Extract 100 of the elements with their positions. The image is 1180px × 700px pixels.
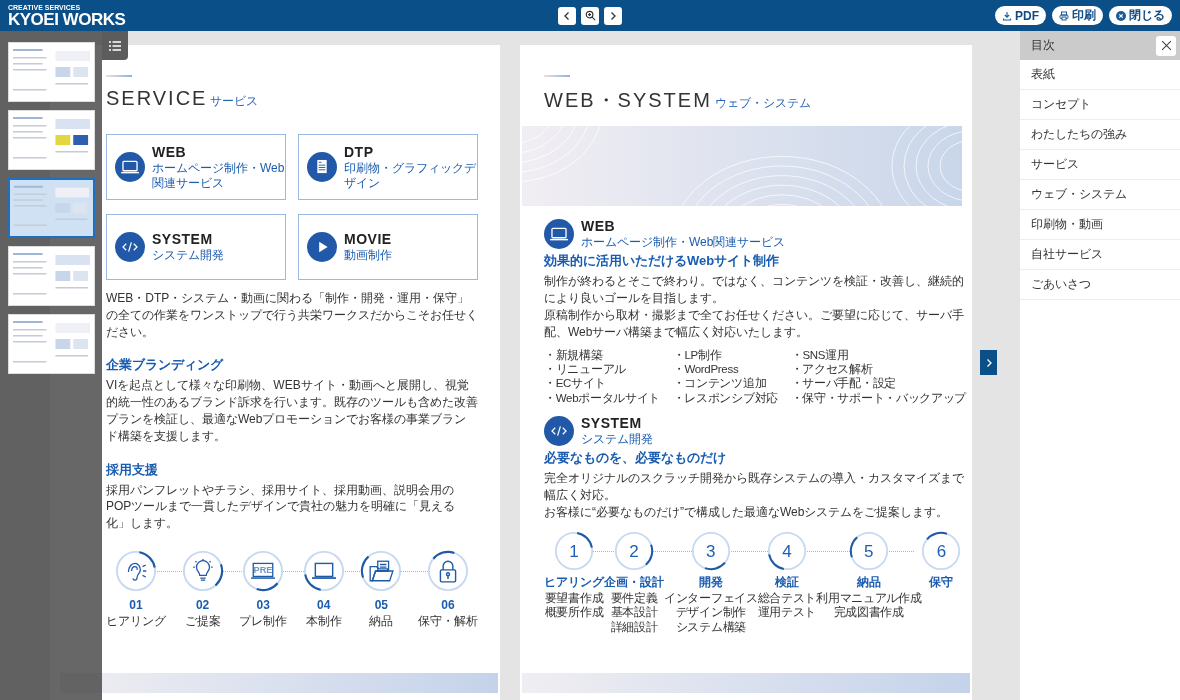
progress-ring [242, 549, 285, 592]
step-number: 02 [195, 597, 210, 612]
toc-item[interactable]: コンセプト [1020, 90, 1180, 120]
card-title: DTP [344, 144, 375, 161]
print-button[interactable]: 印刷 [1052, 6, 1103, 25]
feature-item: ・コンテンツ追加 [672, 376, 768, 391]
feature-item: ・レスポンシブ対応 [672, 390, 777, 406]
previous-page-button[interactable] [558, 6, 576, 25]
feature-item: ・リニューアル [544, 361, 627, 377]
step-detail: 完成図書作成 [833, 605, 904, 620]
step-detail: 概要所作成 [544, 605, 604, 620]
step-detail: 要件定義 [610, 590, 658, 606]
step-title: ヒアリング [544, 573, 604, 591]
progress-ring [302, 549, 345, 592]
progress-ring [554, 530, 594, 571]
section-title: WEB [581, 218, 617, 234]
toc-item[interactable]: 表紙 [1020, 60, 1180, 90]
toc-item[interactable]: ごあいさつ [1020, 270, 1180, 300]
step-label: 納品 [369, 612, 394, 630]
play-icon [307, 232, 337, 262]
close-icon [1160, 40, 1172, 51]
page-title: WEB・SYSTEM [544, 88, 712, 113]
card-title: SYSTEM [152, 231, 214, 248]
printer-icon [1059, 10, 1069, 21]
step-title: 保守 [929, 573, 954, 591]
card-caption: 動画制作 [344, 248, 392, 263]
step-number: 2 [629, 542, 639, 560]
intro-paragraph: WEB・DTP・システム・動画に関わる「制作・開発・運用・保守」の全ての作業をワンストップで行う共栄ワークスだからこそお任せください。 [106, 290, 478, 341]
code-icon [544, 415, 574, 446]
toc-item[interactable]: サービス [1020, 150, 1180, 180]
progress-ring [360, 549, 403, 592]
toc-item[interactable]: わたしたちの強み [1020, 120, 1180, 150]
step-number: 04 [317, 597, 331, 612]
step-detail: 詳細設計 [610, 619, 658, 635]
paragraph-line: お客様に“必要なものだけ”で構成した最適なWebシステムをご提案します。 [544, 504, 950, 521]
code-icon [115, 232, 145, 262]
thumbnail-toggle-button[interactable] [102, 31, 128, 60]
feature-item: ・新規構築 [544, 347, 604, 362]
section-caption: ホームページ制作・Web関連サービス [581, 235, 786, 250]
paragraph-line: 制作が終わるとそこで終わり。ではなく、コンテンツを検証・改善し、継続的により良いゴールを目指します。 [544, 273, 964, 307]
step-label: 本制作 [305, 612, 342, 630]
step-label: 保守・解析 [417, 612, 478, 630]
paragraph-line: 原稿制作から取材・撮影まで全てお任せください。ご要望に応じて、サーバ手配、Webサーバ構築まで幅広く対応いたします。 [544, 307, 964, 341]
logo-text: KYOEI WORKS [8, 10, 127, 28]
next-page-button[interactable] [604, 6, 622, 25]
card-caption: ホームページ制作・Web関連サービス [152, 161, 285, 190]
step-number: 3 [706, 542, 716, 560]
step-number: 05 [374, 597, 389, 612]
close-button[interactable] [1156, 35, 1176, 56]
section-heading: 効果的に活用いただけるWebサイト制作 [544, 252, 781, 271]
step-detail: デザイン制作 [675, 605, 746, 620]
download-button[interactable]: PDF [995, 6, 1046, 25]
close-button[interactable]: 閉じる [1109, 6, 1172, 25]
document-icon [307, 152, 337, 182]
step-label: プレ制作 [239, 612, 288, 630]
step-title: 納品 [856, 573, 881, 591]
toc-item[interactable]: 自社サービス [1020, 240, 1180, 270]
screen-label: PRE [253, 565, 273, 576]
step-number: 1 [569, 542, 579, 560]
feature-item: ・サーバ手配・設定 [790, 376, 897, 391]
progress-ring [921, 530, 962, 571]
feature-item: ・SNS運用 [790, 347, 850, 362]
progress-ring [181, 549, 224, 592]
step-detail: 総合テスト [757, 590, 817, 606]
toc-item[interactable]: 印刷物・動画 [1020, 210, 1180, 240]
step-number: 4 [782, 542, 792, 560]
step-title: 企画・設計 [604, 573, 664, 591]
step-title: 検証 [774, 573, 799, 591]
section-heading: 採用支援 [106, 460, 159, 479]
toc-item[interactable]: ウェブ・システム [1020, 180, 1180, 210]
step-number: 01 [129, 597, 143, 612]
section-heading: 企業ブランディング [106, 356, 225, 375]
list-icon [109, 40, 121, 51]
step-number: 6 [936, 542, 947, 560]
page-thumbnail[interactable] [8, 178, 95, 238]
step-detail: インターフェイス [664, 590, 758, 606]
section-heading: 必要なものを、必要なものだけ [544, 449, 727, 468]
section-title: SYSTEM [581, 415, 643, 432]
step-detail: 利用マニュアル作成 [816, 590, 922, 606]
section-paragraph: VIを起点として様々な印刷物、WEBサイト・動画へと展開し、視覚的統一性のあるブランド訴求を行います。既存のツールも含めた改善プランを検証し、最適なWebプロモーションでお客様の事業ブランド構築を支援します。 [106, 377, 478, 445]
card-caption: システム開発 [152, 248, 224, 263]
feature-item: ・アクセス解析 [790, 361, 874, 377]
toc-title: 目次 [1031, 37, 1055, 54]
download-icon [1002, 10, 1012, 21]
feature-item: ・LP制作 [672, 347, 723, 362]
progress-ring [115, 549, 157, 592]
laptop-icon [115, 152, 145, 182]
step-detail: 要望書作成 [544, 590, 604, 606]
chevron-right-icon [608, 10, 618, 21]
chevron-left-icon [562, 10, 572, 21]
feature-item: ・ECサイト [544, 376, 608, 391]
step-detail: 運用テスト [757, 605, 817, 620]
step-number: 5 [864, 542, 874, 560]
progress-ring [766, 530, 807, 571]
step-detail: システム構築 [675, 619, 746, 635]
page-subtitle: サービス [210, 93, 259, 110]
progress-ring [848, 530, 889, 571]
section-paragraph: 採用パンフレットやチラシ、採用サイト、採用動画、説明会用のPOPツールまで一貫したデザインで貴社の魅力を明確に「見える化」します。 [106, 481, 457, 532]
zoom-button[interactable] [581, 6, 599, 25]
step-detail: 基本設計 [610, 605, 658, 620]
